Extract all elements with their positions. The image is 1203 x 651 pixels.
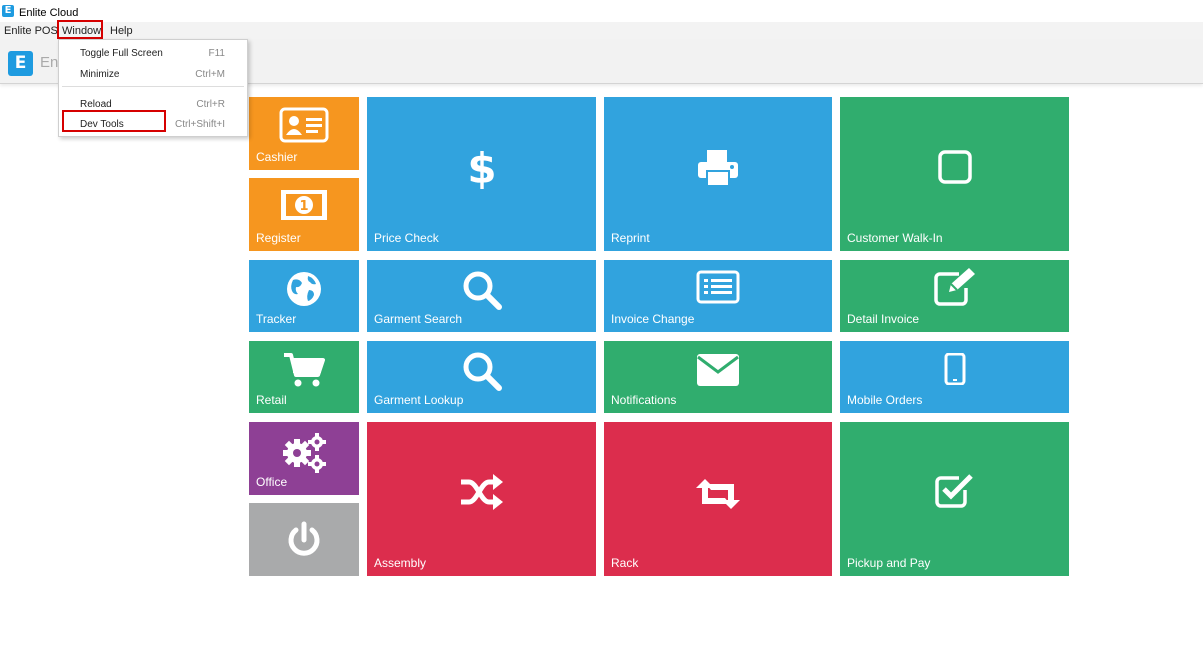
menu-help[interactable]: Help: [110, 25, 133, 37]
tile-label: Detail Invoice: [847, 312, 920, 326]
menu-item-shortcut: Ctrl+R: [196, 99, 225, 110]
brand-text: En: [40, 54, 59, 71]
dev-tools-highlight: [62, 110, 166, 132]
tile-price-check[interactable]: $ Price Check: [367, 97, 596, 251]
app-logo-icon: E: [2, 5, 14, 17]
tile-label: Rack: [611, 556, 639, 570]
window-menu-highlight: [57, 20, 103, 39]
svg-text:1: 1: [299, 199, 308, 214]
search-icon: [367, 269, 596, 311]
gears-icon: [249, 431, 359, 473]
svg-text:$: $: [467, 145, 496, 191]
tile-mobile-orders[interactable]: Mobile Orders: [840, 341, 1069, 413]
tile-garment-search[interactable]: Garment Search: [367, 260, 596, 332]
tile-notifications[interactable]: Notifications: [604, 341, 832, 413]
tile-label: Office: [256, 475, 288, 489]
list-icon: [604, 270, 832, 304]
mobile-phone-icon: [840, 353, 1069, 385]
tile-label: Tracker: [256, 312, 297, 326]
tile-retail[interactable]: Retail: [249, 341, 359, 413]
tile-cashier[interactable]: Cashier: [249, 97, 359, 170]
tile-assembly[interactable]: Assembly: [367, 422, 596, 576]
menu-item-shortcut: F11: [208, 48, 226, 59]
money-bill-icon: 1: [249, 189, 359, 221]
retweet-icon: [604, 478, 832, 510]
tile-label: Mobile Orders: [847, 393, 923, 407]
tile-customer-walk-in[interactable]: Customer Walk-In: [840, 97, 1069, 251]
edit-icon: [840, 268, 1069, 306]
tile-label: Pickup and Pay: [847, 556, 931, 570]
window-title: Enlite Cloud: [19, 7, 79, 19]
tile-label: Customer Walk-In: [847, 231, 943, 245]
menu-item-minimize[interactable]: Minimize Ctrl+M: [59, 63, 245, 83]
menu-bar: Enlite POS Window Help: [0, 22, 1203, 40]
menu-item-shortcut: Ctrl+Shift+I: [174, 119, 225, 130]
printer-icon: [604, 149, 832, 187]
tile-label: Garment Search: [374, 312, 463, 326]
tile-label: Notifications: [611, 393, 677, 407]
tile-label: Retail: [256, 393, 287, 407]
tile-invoice-change[interactable]: Invoice Change: [604, 260, 832, 332]
tile-pickup-and-pay[interactable]: Pickup and Pay: [840, 422, 1069, 576]
envelope-icon: [604, 353, 832, 387]
search-icon: [367, 350, 596, 392]
menu-separator: [62, 86, 244, 87]
dollar-icon: $: [367, 145, 596, 191]
menu-item-toggle-full-screen[interactable]: Toggle Full Screen F11: [59, 42, 245, 62]
tile-label: Cashier: [256, 150, 298, 164]
tile-rack[interactable]: Rack: [604, 422, 832, 576]
check-square-icon: [840, 472, 1069, 510]
menu-item-label: Minimize: [80, 69, 120, 80]
id-card-icon: [249, 107, 359, 143]
menu-enlite-pos[interactable]: Enlite POS: [4, 25, 58, 37]
tile-label: Register: [256, 231, 301, 245]
square-outline-icon: [840, 149, 1069, 185]
tile-register[interactable]: 1 Register: [249, 178, 359, 251]
tile-detail-invoice[interactable]: Detail Invoice: [840, 260, 1069, 332]
shopping-cart-icon: [249, 352, 359, 388]
menu-item-label: Reload: [80, 99, 112, 110]
tile-garment-lookup[interactable]: Garment Lookup: [367, 341, 596, 413]
tile-office[interactable]: Office: [249, 422, 359, 495]
power-icon: [249, 520, 359, 560]
tile-power[interactable]: [249, 503, 359, 576]
tile-label: Reprint: [611, 231, 650, 245]
tile-label: Invoice Change: [611, 312, 695, 326]
menu-item-label: Toggle Full Screen: [80, 48, 163, 59]
tile-tracker[interactable]: Tracker: [249, 260, 359, 332]
tile-label: Garment Lookup: [374, 393, 464, 407]
tile-label: Assembly: [374, 556, 427, 570]
menu-item-shortcut: Ctrl+M: [195, 69, 225, 80]
brand-logo-icon: E: [8, 51, 33, 76]
tile-label: Price Check: [374, 231, 439, 245]
globe-icon: [249, 270, 359, 308]
title-bar: E Enlite Cloud: [0, 0, 1203, 22]
tile-reprint[interactable]: Reprint: [604, 97, 832, 251]
shuffle-icon: [367, 474, 596, 510]
